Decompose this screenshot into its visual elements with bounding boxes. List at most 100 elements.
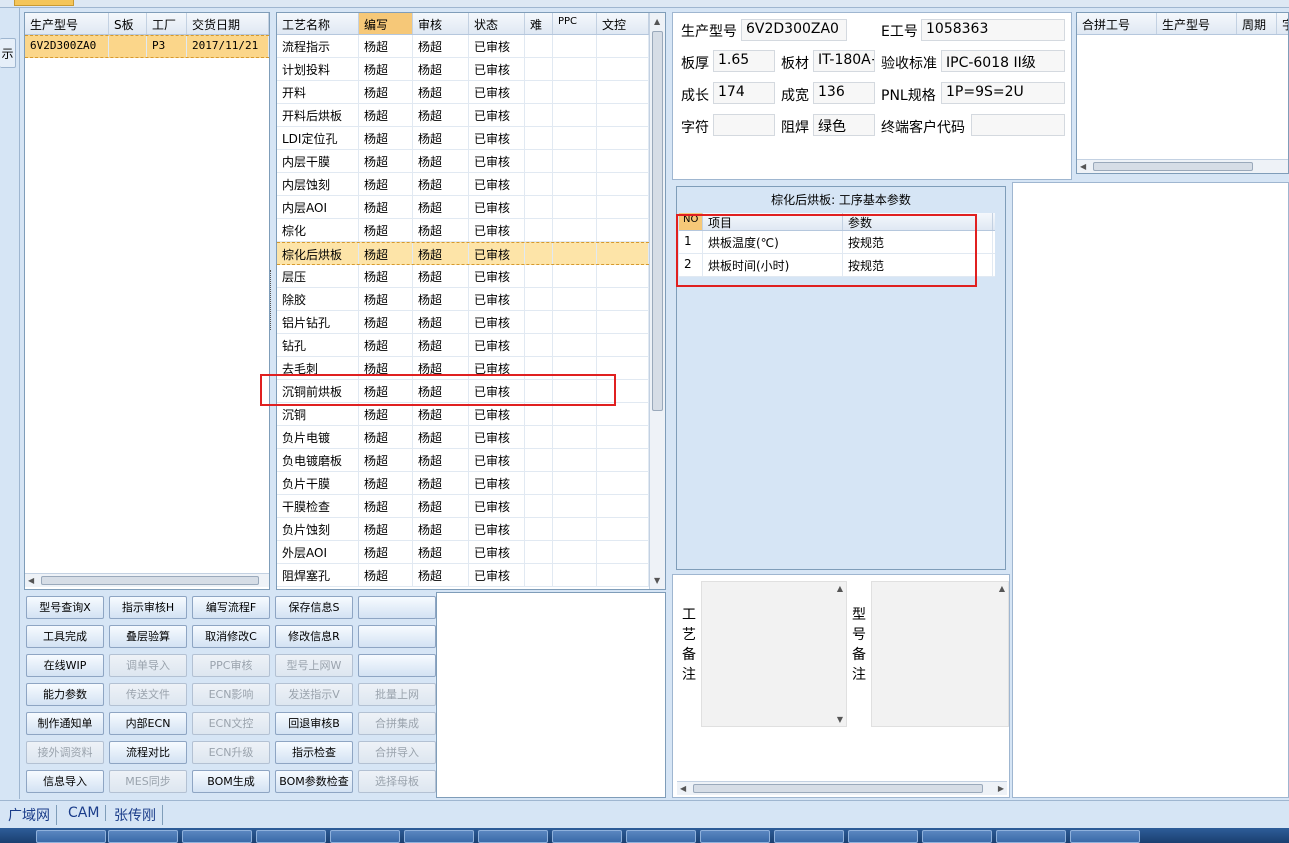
action-button-1-4[interactable] — [358, 625, 436, 648]
scroll-up-icon[interactable]: ▲ — [999, 584, 1005, 593]
show-panel-button[interactable]: 示 — [0, 38, 16, 68]
action-button-5-0[interactable]: 接外调资料 — [26, 741, 104, 764]
eno-field[interactable]: 1058363 — [921, 19, 1065, 41]
col-process-name[interactable]: 工艺名称 — [277, 13, 359, 34]
scroll-thumb[interactable] — [1093, 162, 1253, 171]
taskbar-item[interactable] — [330, 830, 400, 843]
scroll-thumb[interactable] — [41, 576, 259, 585]
action-button-0-2[interactable]: 编写流程F — [192, 596, 270, 619]
action-button-1-3[interactable]: 修改信息R — [275, 625, 353, 648]
width-field[interactable]: 136 — [813, 82, 875, 104]
table-row[interactable]: 负片蚀刻 杨超 杨超 已审核 — [277, 518, 649, 541]
action-button-1-1[interactable]: 叠层验算 — [109, 625, 187, 648]
col-merge-model[interactable]: 生产型号 — [1157, 13, 1237, 34]
action-button-0-3[interactable]: 保存信息S — [275, 596, 353, 619]
col-merge-no[interactable]: 合拼工号 — [1077, 13, 1157, 34]
material-field[interactable]: IT-180A+ — [813, 50, 875, 72]
table-row[interactable]: 开料 杨超 杨超 已审核 — [277, 81, 649, 104]
col-reviewer[interactable]: 审核 — [413, 13, 469, 34]
taskbar-item[interactable] — [626, 830, 696, 843]
action-button-5-3[interactable]: 指示检查 — [275, 741, 353, 764]
action-button-0-1[interactable]: 指示审核H — [109, 596, 187, 619]
table-row[interactable]: LDI定位孔 杨超 杨超 已审核 — [277, 127, 649, 150]
table-row[interactable]: 层压 杨超 杨超 已审核 — [277, 265, 649, 288]
horizontal-scrollbar[interactable]: ◀ ▶ — [677, 781, 1007, 795]
action-button-6-0[interactable]: 信息导入 — [26, 770, 104, 793]
table-row[interactable]: 负片电镀 杨超 杨超 已审核 — [277, 426, 649, 449]
action-button-2-0[interactable]: 在线WIP — [26, 654, 104, 677]
taskbar-item[interactable] — [108, 830, 178, 843]
taskbar-item[interactable] — [182, 830, 252, 843]
vertical-scrollbar[interactable]: ▲ ▼ — [649, 13, 665, 589]
action-button-4-0[interactable]: 制作通知单 — [26, 712, 104, 735]
action-button-5-4[interactable]: 合拼导入 — [358, 741, 436, 764]
table-row[interactable]: 沉铜 杨超 杨超 已审核 — [277, 403, 649, 426]
taskbar-item[interactable] — [996, 830, 1066, 843]
scroll-left-icon[interactable]: ◀ — [680, 784, 686, 793]
action-button-0-4[interactable] — [358, 596, 436, 619]
action-button-1-0[interactable]: 工具完成 — [26, 625, 104, 648]
action-button-1-2[interactable]: 取消修改C — [192, 625, 270, 648]
table-row[interactable]: 6V2D300ZA0 P3 2017/11/21 — [25, 35, 269, 58]
taskbar-item[interactable] — [36, 830, 106, 843]
taskbar-item[interactable] — [922, 830, 992, 843]
table-row[interactable]: 钻孔 杨超 杨超 已审核 — [277, 334, 649, 357]
action-button-4-2[interactable]: ECN文控 — [192, 712, 270, 735]
table-row[interactable]: 外层AOI 杨超 杨超 已审核 — [277, 541, 649, 564]
action-button-3-4[interactable]: 批量上网 — [358, 683, 436, 706]
taskbar-item[interactable] — [774, 830, 844, 843]
table-row[interactable]: 除胶 杨超 杨超 已审核 — [277, 288, 649, 311]
action-button-6-3[interactable]: BOM参数检查 — [275, 770, 353, 793]
scroll-thumb[interactable] — [693, 784, 983, 793]
col-difficulty[interactable]: 难 — [525, 13, 553, 34]
horizontal-scrollbar[interactable]: ◀ — [1077, 159, 1288, 173]
action-button-6-4[interactable]: 选择母板 — [358, 770, 436, 793]
model-field[interactable]: 6V2D300ZA0 — [741, 19, 847, 41]
action-button-2-3[interactable]: 型号上网W — [275, 654, 353, 677]
action-button-5-1[interactable]: 流程对比 — [109, 741, 187, 764]
scroll-up-icon[interactable]: ▲ — [837, 584, 843, 593]
col-status[interactable]: 状态 — [469, 13, 525, 34]
action-button-4-1[interactable]: 内部ECN — [109, 712, 187, 735]
action-button-6-2[interactable]: BOM生成 — [192, 770, 270, 793]
taskbar-item[interactable] — [552, 830, 622, 843]
action-button-3-0[interactable]: 能力参数 — [26, 683, 104, 706]
table-row[interactable]: 负电镀磨板 杨超 杨超 已审核 — [277, 449, 649, 472]
action-button-3-2[interactable]: ECN影响 — [192, 683, 270, 706]
scroll-down-icon[interactable]: ▼ — [837, 715, 843, 724]
action-button-2-4[interactable] — [358, 654, 436, 677]
col-factory[interactable]: 工厂 — [147, 13, 187, 34]
table-row[interactable]: 计划投料 杨超 杨超 已审核 — [277, 58, 649, 81]
table-row[interactable]: 铝片钻孔 杨超 杨超 已审核 — [277, 311, 649, 334]
scroll-left-icon[interactable]: ◀ — [28, 576, 34, 585]
table-row[interactable]: 流程指示 杨超 杨超 已审核 — [277, 35, 649, 58]
table-row[interactable]: 干膜检查 杨超 杨超 已审核 — [277, 495, 649, 518]
scroll-down-icon[interactable]: ▼ — [654, 576, 660, 585]
col-ppc[interactable]: PPC — [553, 13, 597, 34]
col-merge-extra[interactable]: 字 — [1277, 13, 1288, 34]
table-row[interactable]: 内层蚀刻 杨超 杨超 已审核 — [277, 173, 649, 196]
action-button-2-1[interactable]: 调单导入 — [109, 654, 187, 677]
table-row[interactable]: 开料后烘板 杨超 杨超 已审核 — [277, 104, 649, 127]
standard-field[interactable]: IPC-6018 II级 — [941, 50, 1065, 72]
horizontal-scrollbar[interactable]: ◀ — [25, 573, 269, 587]
scroll-thumb[interactable] — [652, 31, 663, 411]
taskbar-item[interactable] — [404, 830, 474, 843]
taskbar-item[interactable] — [1070, 830, 1140, 843]
solder-mask-field[interactable]: 绿色 — [813, 114, 875, 136]
customer-code-field[interactable] — [971, 114, 1065, 136]
table-row[interactable]: 棕化 杨超 杨超 已审核 — [277, 219, 649, 242]
toolbar-tab[interactable] — [14, 0, 74, 6]
taskbar-item[interactable] — [848, 830, 918, 843]
table-row[interactable]: 棕化后烘板 杨超 杨超 已审核 — [277, 242, 649, 265]
action-button-2-2[interactable]: PPC审核 — [192, 654, 270, 677]
action-button-3-1[interactable]: 传送文件 — [109, 683, 187, 706]
table-row[interactable]: 内层AOI 杨超 杨超 已审核 — [277, 196, 649, 219]
col-s[interactable]: S板 — [109, 13, 147, 34]
action-button-5-2[interactable]: ECN升级 — [192, 741, 270, 764]
thickness-field[interactable]: 1.65 — [713, 50, 775, 72]
col-writer[interactable]: 编写 — [359, 13, 413, 34]
scroll-right-icon[interactable]: ▶ — [998, 784, 1004, 793]
action-button-6-1[interactable]: MES同步 — [109, 770, 187, 793]
col-delivery[interactable]: 交货日期 — [187, 13, 269, 34]
